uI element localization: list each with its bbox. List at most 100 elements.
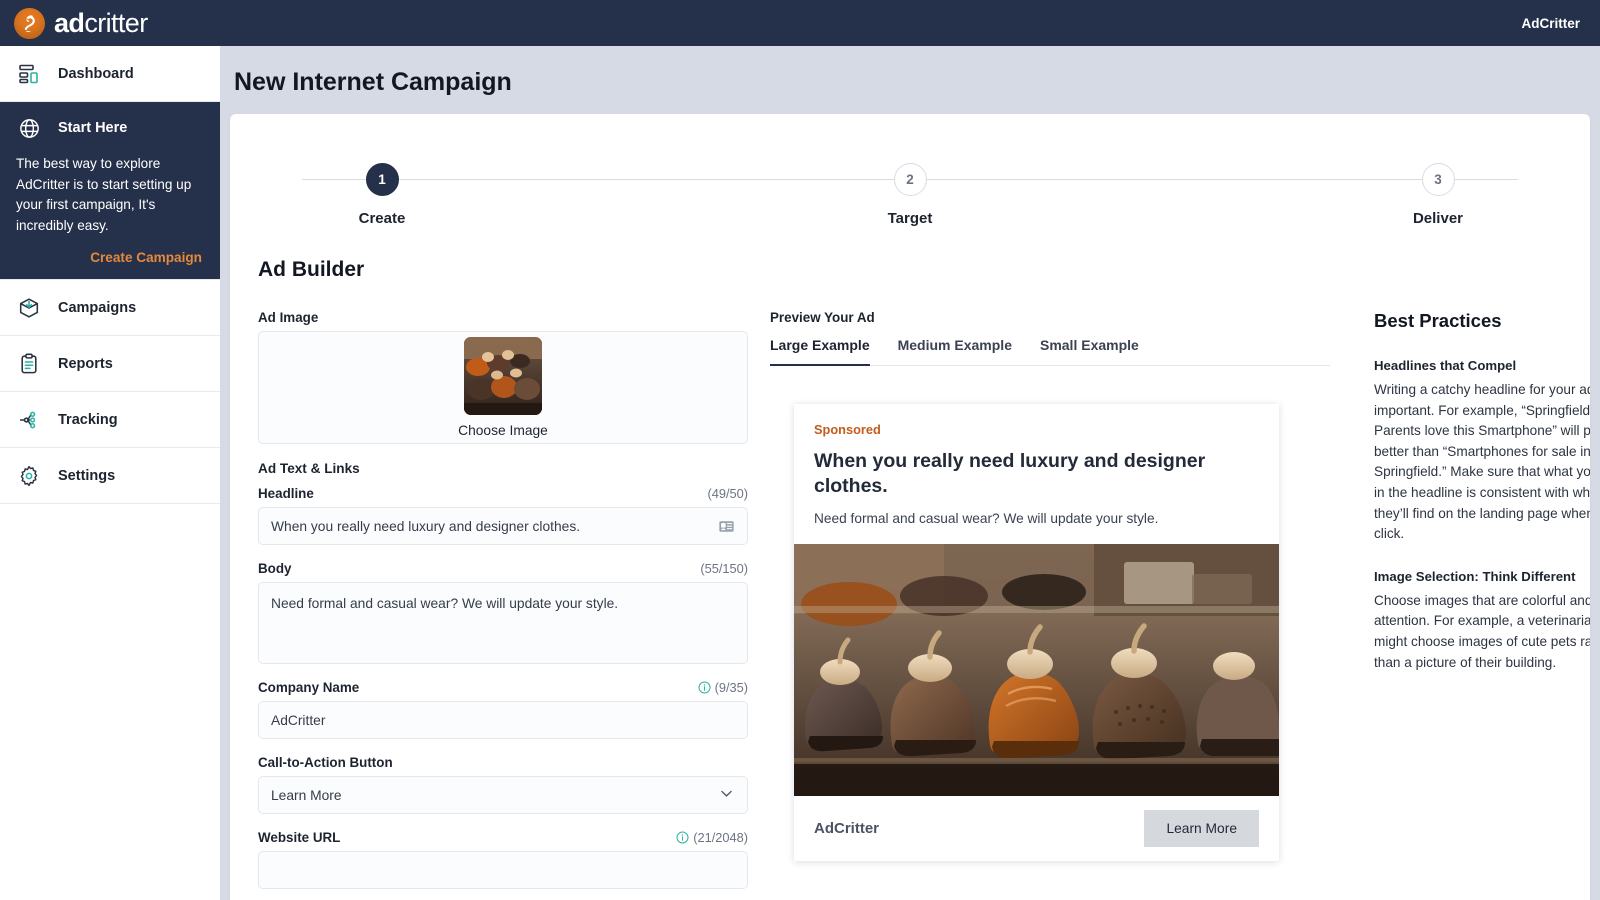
company-name-count-wrap: (9/35) xyxy=(698,680,748,695)
ad-builder-form: Ad Image xyxy=(258,310,748,900)
step-label: Target xyxy=(830,210,990,227)
app-logo[interactable]: adcritter xyxy=(0,8,148,39)
cta-button-label: Call-to-Action Button xyxy=(258,755,393,770)
squirrel-icon xyxy=(14,8,45,39)
create-campaign-link[interactable]: Create Campaign xyxy=(0,250,202,265)
ad-image-label: Ad Image xyxy=(258,310,748,325)
ad-preview-brand: AdCritter xyxy=(814,820,879,837)
preview-tabs: Large Example Medium Example Small Examp… xyxy=(770,336,1330,366)
dashboard-icon xyxy=(14,59,44,89)
best-practices-panel: Best Practices Headlines that Compel Wri… xyxy=(1374,310,1590,900)
step-number: 2 xyxy=(894,163,927,196)
tab-large-example[interactable]: Large Example xyxy=(770,337,870,366)
step-label: Deliver xyxy=(1358,210,1518,227)
sidebar-item-settings[interactable]: Settings xyxy=(0,448,220,504)
headline-input[interactable]: When you really need luxury and designer… xyxy=(258,507,748,545)
account-label[interactable]: AdCritter xyxy=(1521,16,1600,31)
ad-preview-headline: When you really need luxury and designer… xyxy=(794,437,1279,499)
info-icon[interactable] xyxy=(698,681,711,694)
sidebar-item-label: Dashboard xyxy=(58,66,134,82)
main-content: New Internet Campaign 1 Create 2 Target … xyxy=(220,46,1600,900)
sidebar: Dashboard Start Here The best way to exp… xyxy=(0,46,220,900)
clipboard-icon xyxy=(14,349,44,379)
sidebar-item-label: Tracking xyxy=(58,412,118,428)
best-practice-heading: Image Selection: Think Different xyxy=(1374,569,1590,584)
body-group: Body (55/150) Need formal and casual wea… xyxy=(258,561,748,664)
box-icon xyxy=(14,293,44,323)
cta-button-value: Learn More xyxy=(271,788,718,803)
website-url-count: (21/2048) xyxy=(693,830,748,845)
choose-image-dropzone[interactable]: Choose Image xyxy=(258,331,748,444)
tab-small-example[interactable]: Small Example xyxy=(1040,337,1139,366)
best-practice-item: Headlines that Compel Writing a catchy h… xyxy=(1374,358,1590,545)
sidebar-item-tracking[interactable]: Tracking xyxy=(0,392,220,448)
preview-heading: Preview Your Ad xyxy=(770,310,1330,325)
headline-count: (49/50) xyxy=(707,486,748,501)
logo-bold-part: ad xyxy=(54,8,84,38)
id-card-icon[interactable] xyxy=(718,518,735,535)
website-url-input[interactable] xyxy=(258,851,748,889)
best-practice-text: Writing a catchy headline for your ad is… xyxy=(1374,380,1590,545)
cta-button-group: Call-to-Action Button Learn More xyxy=(258,755,748,814)
company-name-input[interactable]: AdCritter xyxy=(258,701,748,739)
step-deliver[interactable]: 3 Deliver xyxy=(1358,158,1518,227)
step-label: Create xyxy=(302,210,462,227)
headline-value: When you really need luxury and designer… xyxy=(271,519,718,534)
tab-medium-example[interactable]: Medium Example xyxy=(898,337,1012,366)
start-here-promo: Start Here The best way to explore AdCri… xyxy=(0,102,220,280)
website-url-count-wrap: (21/2048) xyxy=(676,830,748,845)
company-name-value: AdCritter xyxy=(271,713,735,728)
body-label: Body xyxy=(258,561,291,576)
headline-label: Headline xyxy=(258,486,314,501)
ad-preview-cta-button[interactable]: Learn More xyxy=(1144,810,1259,847)
step-number: 1 xyxy=(366,163,399,196)
sidebar-item-label: Start Here xyxy=(58,120,127,136)
website-url-group: Website URL (21/2048) xyxy=(258,830,748,889)
promo-body: The best way to explore AdCritter is to … xyxy=(16,154,202,236)
sidebar-item-campaigns[interactable]: Campaigns xyxy=(0,280,220,336)
sponsored-label: Sponsored xyxy=(794,404,1279,437)
step-target[interactable]: 2 Target xyxy=(830,158,990,227)
best-practice-item: Image Selection: Think Different Choose … xyxy=(1374,569,1590,673)
best-practice-text: Choose images that are colorful and grab… xyxy=(1374,591,1590,673)
tracking-nodes-icon xyxy=(14,405,44,435)
body-count: (55/150) xyxy=(700,561,748,576)
sidebar-item-label: Campaigns xyxy=(58,300,136,316)
ad-preview-footer: AdCritter Learn More xyxy=(794,796,1279,861)
ad-preview-panel: Preview Your Ad Large Example Medium Exa… xyxy=(770,310,1330,900)
sidebar-item-start-here[interactable]: Start Here xyxy=(0,102,220,154)
step-number: 3 xyxy=(1422,163,1455,196)
choose-image-label: Choose Image xyxy=(458,423,548,438)
logo-light-part: critter xyxy=(84,8,147,38)
body-textarea[interactable]: Need formal and casual wear? We will upd… xyxy=(258,582,748,664)
info-icon[interactable] xyxy=(676,831,689,844)
top-bar: adcritter AdCritter xyxy=(0,0,1600,46)
step-create[interactable]: 1 Create xyxy=(302,158,462,227)
globe-icon xyxy=(14,113,44,143)
app-logo-text: adcritter xyxy=(54,10,148,37)
campaign-card: 1 Create 2 Target 3 Deliver Ad Builder A… xyxy=(230,114,1590,900)
ad-preview-card: Sponsored When you really need luxury an… xyxy=(794,404,1279,861)
ad-preview-body: Need formal and casual wear? We will upd… xyxy=(794,499,1279,544)
company-name-count: (9/35) xyxy=(715,680,748,695)
page-title: New Internet Campaign xyxy=(234,68,1600,97)
company-name-label: Company Name xyxy=(258,680,359,695)
ad-text-links-heading: Ad Text & Links xyxy=(258,461,748,476)
cta-button-select[interactable]: Learn More xyxy=(258,776,748,814)
sidebar-item-label: Settings xyxy=(58,468,115,484)
website-url-label: Website URL xyxy=(258,830,340,845)
best-practice-heading: Headlines that Compel xyxy=(1374,358,1590,373)
sidebar-item-label: Reports xyxy=(58,356,113,372)
sidebar-item-dashboard[interactable]: Dashboard xyxy=(0,46,220,102)
company-name-group: Company Name (9/35) xyxy=(258,680,748,739)
gear-icon xyxy=(14,461,44,491)
best-practices-title: Best Practices xyxy=(1374,310,1590,332)
ad-image-group: Ad Image xyxy=(258,310,748,444)
sidebar-item-reports[interactable]: Reports xyxy=(0,336,220,392)
section-title: Ad Builder xyxy=(258,258,1590,282)
ad-preview-image xyxy=(794,544,1279,796)
stepper: 1 Create 2 Target 3 Deliver xyxy=(302,158,1518,248)
headline-group: Headline (49/50) When you really need lu… xyxy=(258,486,748,545)
ad-image-thumbnail xyxy=(464,337,542,415)
chevron-down-icon xyxy=(718,785,735,805)
